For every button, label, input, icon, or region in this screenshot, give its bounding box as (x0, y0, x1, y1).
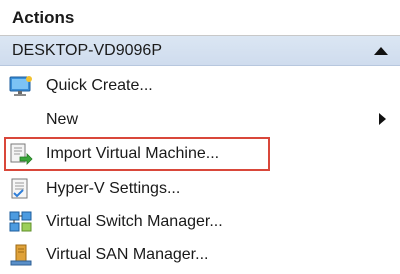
menu-item-label: Virtual Switch Manager... (46, 213, 223, 230)
import-vm-icon (8, 142, 34, 166)
menu-item-label: New (46, 111, 79, 128)
host-name: DESKTOP-VD9096P (12, 42, 162, 59)
san-manager-icon (8, 243, 34, 267)
settings-icon (8, 177, 34, 201)
collapse-arrow-icon[interactable] (374, 47, 388, 55)
menu-item-label: Virtual SAN Manager... (46, 246, 209, 263)
actions-panel: Actions DESKTOP-VD9096P Quick Create... … (0, 0, 400, 274)
menu-item-quick-create[interactable]: Quick Create... (0, 70, 400, 102)
menu-item-label: Quick Create... (46, 77, 153, 94)
menu-item-import-virtual-machine[interactable]: Import Virtual Machine... (0, 138, 400, 170)
menu-item-new[interactable]: New (0, 104, 400, 136)
switch-manager-icon (8, 210, 34, 234)
menu-item-label: Import Virtual Machine... (46, 145, 220, 162)
quick-create-icon (8, 74, 34, 98)
actions-title: Actions (12, 8, 75, 27)
actions-header: Actions (0, 0, 400, 36)
menu-item-virtual-switch-manager[interactable]: Virtual Switch Manager... (0, 206, 400, 238)
host-group-header[interactable]: DESKTOP-VD9096P (0, 36, 400, 66)
menu-item-label: Hyper-V Settings... (46, 180, 181, 197)
menu-item-hyper-v-settings[interactable]: Hyper-V Settings... (0, 173, 400, 205)
submenu-arrow-icon (379, 113, 386, 125)
menu-item-virtual-san-manager[interactable]: Virtual SAN Manager... (0, 239, 400, 271)
